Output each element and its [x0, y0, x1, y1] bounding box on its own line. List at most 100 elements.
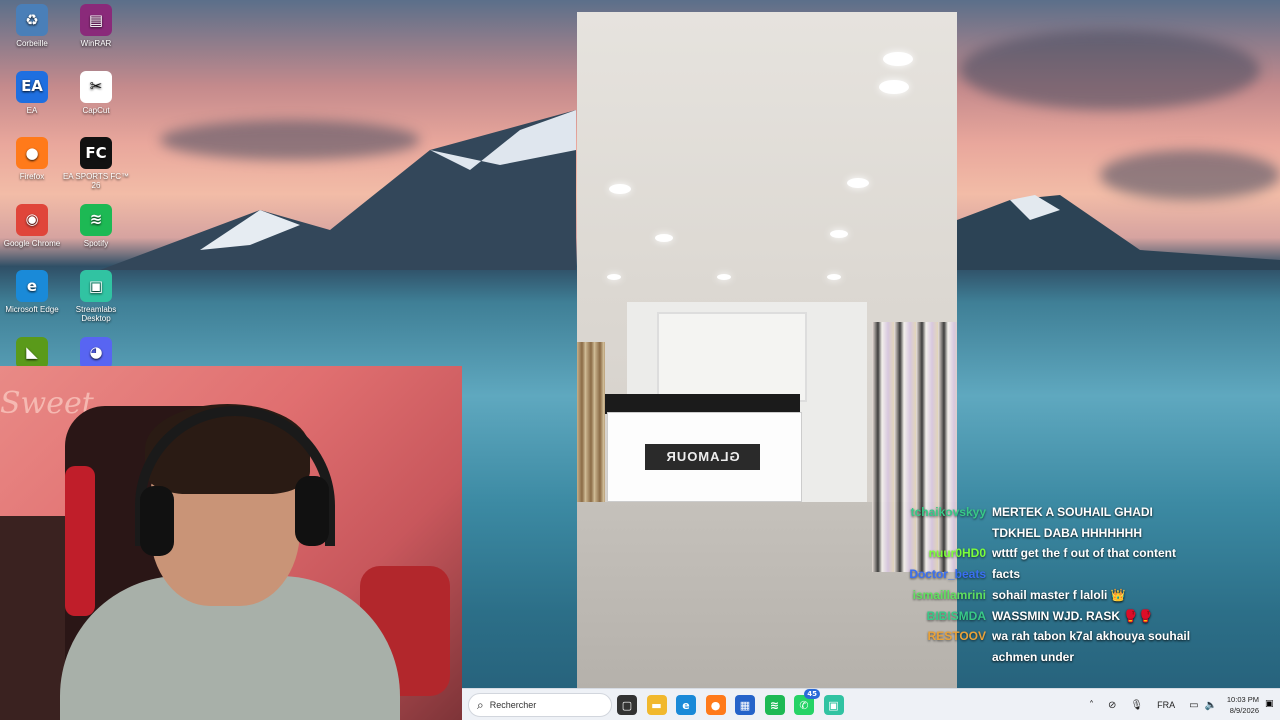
desktop-shortcut[interactable]: e Microsoft Edge: [0, 270, 68, 314]
ceiling-light: [607, 274, 621, 280]
desktop-shortcut[interactable]: ● Firefox: [0, 137, 68, 181]
chat-username: RESTOOV: [927, 629, 986, 644]
ceiling-light: [879, 80, 909, 94]
capcut-icon: ✂: [80, 70, 112, 103]
taskbar-search[interactable]: ⌕ Rechercher: [468, 693, 612, 717]
edge-icon: e: [16, 270, 48, 302]
chat-message: nuur0HD0 wtttf get the f out of that cont…: [900, 543, 1200, 564]
display-shelf: [657, 312, 807, 402]
store-taskbar-icon[interactable]: ▦: [735, 695, 755, 715]
app-glyph: ▣: [828, 698, 839, 712]
spotify-taskbar-icon[interactable]: ≋: [764, 695, 785, 715]
headset-earcup: [140, 486, 174, 556]
firefox-taskbar-icon[interactable]: ●: [705, 695, 726, 715]
show-hidden-icons-icon[interactable]: ˄: [1089, 700, 1094, 711]
ceiling-light: [609, 184, 631, 194]
desktop-shortcut[interactable]: EA EA: [0, 70, 68, 115]
language-indicator[interactable]: FRA: [1157, 700, 1175, 710]
taskbar: ⌕ Rechercher ▢ ▬ e ● ▦ ≋ ✆ 45 ▣ ˄ ⊘ 🎙 FRA ▭ 🔈 10…: [462, 688, 1280, 720]
counter-top: [605, 394, 800, 414]
ceiling-light: [830, 230, 848, 238]
clothes-rack-left: [577, 342, 605, 512]
chat-message: Doctor_beats facts: [900, 564, 1200, 585]
stream-chat: tchaikovskyy MERTEK A SOUHAIL GHADI TDKHEL…: [900, 502, 1200, 668]
edge-taskbar-icon[interactable]: e: [676, 695, 696, 715]
cloud: [960, 30, 1260, 110]
app-glyph: ▦: [739, 698, 751, 712]
app-glyph: ●: [710, 698, 721, 712]
microphone-icon[interactable]: 🎙: [1130, 700, 1143, 711]
taskbar-clock[interactable]: 10:03 PM 8/9/2026: [1214, 694, 1259, 716]
chat-text: wa rah tabon k7al akhouya souhail: [992, 629, 1191, 644]
ceiling-light: [883, 52, 913, 66]
chat-message: BIBISMDA WASSMIN WJD. RASK 🥊🥊: [900, 606, 1200, 627]
desktop-shortcut-label: CapCut: [82, 105, 110, 115]
spotify-icon: ≋: [80, 203, 112, 236]
search-icon: ⌕: [477, 697, 484, 712]
desktop-shortcut-label: WinRAR: [80, 39, 112, 48]
streamlabs-icon: ▣: [80, 270, 112, 302]
chat-username: ismaillamrini: [912, 587, 986, 602]
desktop-shortcut-label: EA SPORTS FC™ 26: [62, 172, 130, 190]
desktop-shortcut[interactable]: ✂ CapCut: [60, 70, 132, 115]
task-view-icon[interactable]: ▢: [617, 695, 637, 715]
notification-icon[interactable]: ▣: [1265, 699, 1274, 709]
chat-username: BIBISMDA: [926, 608, 986, 623]
chat-username: tchaikovskyy: [910, 505, 986, 519]
file-explorer-icon[interactable]: ▬: [646, 695, 667, 715]
ea-sports-fc-icon: FC: [80, 137, 112, 169]
gaming-chair-accent: [65, 466, 95, 616]
app-glyph: ▬: [651, 698, 662, 712]
ceiling-light: [847, 178, 869, 188]
chat-message: tchaikovskyy MERTEK A SOUHAIL GHADI: [900, 502, 1200, 523]
app-glyph: e: [682, 698, 690, 712]
desktop-shortcut-label: Streamlabs Desktop: [75, 305, 117, 323]
desktop-shortcut[interactable]: ◉ Google Chrome: [0, 203, 68, 248]
whatsapp-taskbar-icon[interactable]: ✆ 45: [794, 689, 820, 715]
desktop-shortcut[interactable]: ▣ Streamlabs Desktop: [60, 270, 132, 323]
clock-date: 8/9/2026: [1229, 706, 1259, 715]
desktop-shortcut[interactable]: ≋ Spotify: [60, 203, 132, 248]
chrome-icon: ◉: [16, 203, 48, 236]
streamlabs-taskbar-icon[interactable]: ▣: [823, 695, 844, 715]
chat-text: TDKHEL DABA HHHHHHH: [992, 525, 1142, 540]
chat-text: sohail master f laloli 👑: [992, 587, 1126, 602]
search-placeholder: Rechercher: [489, 700, 537, 710]
notification-badge: 45: [804, 689, 820, 699]
winrar-icon: ▤: [80, 4, 112, 36]
chat-username: [900, 647, 992, 668]
ea-icon: EA: [16, 70, 48, 103]
system-tray: ˄ ⊘ 🎙 FRA ▭ 🔈: [1089, 689, 1217, 720]
monitor-icon[interactable]: ▭: [1189, 700, 1198, 711]
chat-text: achmen under: [992, 649, 1075, 664]
chat-username: nuur0HD0: [928, 546, 986, 561]
chat-text: MERTEK A SOUHAIL GHADI: [992, 505, 1153, 519]
chat-message: RESTOOV wa rah tabon k7al akhouya souhail: [900, 626, 1200, 647]
firefox-icon: ●: [16, 137, 48, 169]
desktop-shortcut[interactable]: ▤ WinRAR: [60, 4, 132, 48]
chat-message: ismaillamrini sohail master f laloli 👑: [900, 585, 1200, 606]
desktop-shortcut-label: Firefox: [19, 172, 45, 181]
app-glyph: ≋: [769, 698, 780, 712]
chat-text: WASSMIN WJD. RASK 🥊🥊: [992, 608, 1154, 623]
chat-message: achmen under: [900, 647, 1200, 668]
network-off-icon[interactable]: ⊘: [1108, 700, 1116, 711]
desktop-shortcut[interactable]: FC EA SPORTS FC™ 26: [60, 137, 132, 190]
desktop-shortcut-label: EA: [26, 105, 38, 115]
ceiling-light: [655, 234, 673, 242]
recycle-bin-icon: ♻: [16, 4, 48, 36]
desktop-shortcut-label: Corbeille: [16, 39, 48, 48]
chat-username: [900, 523, 992, 544]
headset-earcup: [295, 476, 329, 546]
nvidia-icon: ◣: [16, 336, 48, 369]
store-sign: GLAMOUR: [645, 444, 760, 470]
chat-message: TDKHEL DABA HHHHHHH: [900, 523, 1200, 544]
ceiling-light: [717, 274, 731, 280]
chat-username: Doctor_beats: [909, 567, 986, 582]
webcam-feed: Sweet: [0, 366, 462, 720]
desktop-shortcut-label: Google Chrome: [3, 238, 61, 248]
chat-text: facts: [992, 567, 1021, 582]
app-glyph: ▢: [621, 698, 633, 712]
desktop-shortcut[interactable]: ♻ Corbeille: [0, 4, 68, 48]
clock-time: 10:03 PM: [1226, 695, 1259, 704]
